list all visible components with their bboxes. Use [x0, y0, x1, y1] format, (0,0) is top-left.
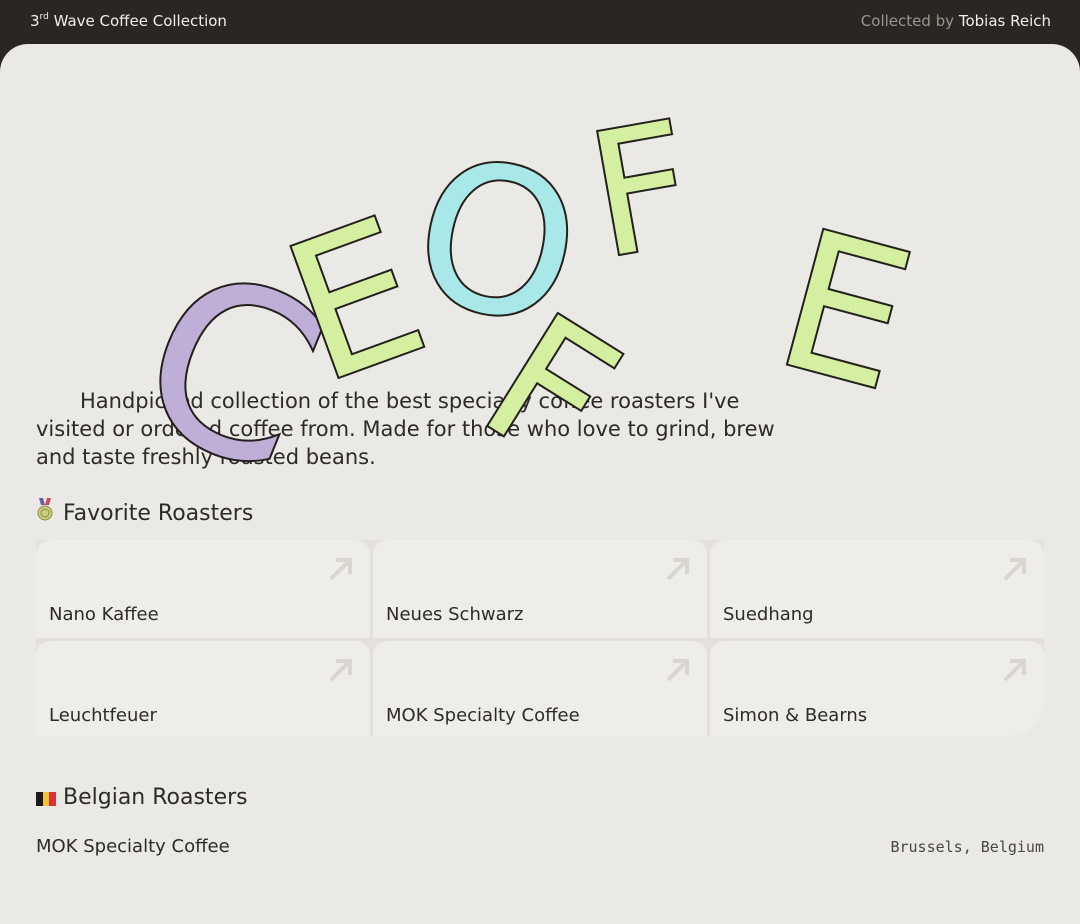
- arrow-up-right-icon: [1003, 659, 1026, 682]
- roaster-card[interactable]: MOK Specialty Coffee: [373, 641, 707, 736]
- roaster-name: Leuchtfeuer: [49, 705, 157, 726]
- arrow-up-right-icon: [1003, 558, 1026, 581]
- belgian-section-title: Belgian Roasters: [36, 785, 248, 812]
- roaster-name: Suedhang: [723, 604, 814, 625]
- collected-by-label: Collected by: [860, 12, 955, 30]
- arrow-up-right-icon: [329, 659, 352, 682]
- letter-f-1: F: [576, 85, 707, 297]
- roaster-name: MOK Specialty Coffee: [386, 705, 580, 726]
- roaster-name: Simon & Bearns: [723, 705, 868, 726]
- belgian-title: Belgian Roasters: [63, 785, 248, 810]
- roaster-name: MOK Specialty Coffee: [36, 836, 230, 857]
- roaster-name: Neues Schwarz: [386, 604, 524, 625]
- favorite-roasters-grid: Nano Kaffee Neues Schwarz Suedhang Leuch…: [36, 540, 1044, 736]
- favorites-section-title: Favorite Roasters: [36, 498, 253, 528]
- letter-o: O: [396, 113, 598, 374]
- brand-ordinal-suffix: rd: [39, 12, 49, 22]
- medal-icon: [36, 498, 56, 528]
- belgium-flag-icon: [36, 787, 56, 812]
- roaster-card[interactable]: Suedhang: [710, 540, 1044, 638]
- site-title[interactable]: 3rd Wave Coffee Collection: [30, 12, 227, 30]
- brand-name: Wave Coffee Collection: [53, 12, 227, 30]
- favorites-title: Favorite Roasters: [63, 501, 254, 526]
- main-sheet: Handpicked collection of the best specia…: [0, 44, 1080, 924]
- collector-name-link[interactable]: Tobias Reich: [959, 12, 1051, 30]
- intro-text: Handpicked collection of the best specia…: [36, 389, 775, 469]
- brand-ordinal: 3: [30, 12, 40, 30]
- roaster-card[interactable]: Leuchtfeuer: [36, 641, 370, 736]
- arrow-up-right-icon: [666, 659, 689, 682]
- collector-credit: Collected by Tobias Reich: [861, 12, 1051, 30]
- top-bar: 3rd Wave Coffee Collection Collected by …: [0, 0, 1080, 44]
- roaster-card[interactable]: Simon & Bearns: [710, 641, 1044, 736]
- roaster-card[interactable]: Nano Kaffee: [36, 540, 370, 638]
- roaster-name: Nano Kaffee: [49, 604, 159, 625]
- arrow-up-right-icon: [666, 558, 689, 581]
- roaster-card[interactable]: Neues Schwarz: [373, 540, 707, 638]
- roaster-location: Brussels, Belgium: [890, 838, 1044, 856]
- roaster-row[interactable]: MOK Specialty Coffee Brussels, Belgium: [36, 836, 1044, 866]
- arrow-up-right-icon: [329, 558, 352, 581]
